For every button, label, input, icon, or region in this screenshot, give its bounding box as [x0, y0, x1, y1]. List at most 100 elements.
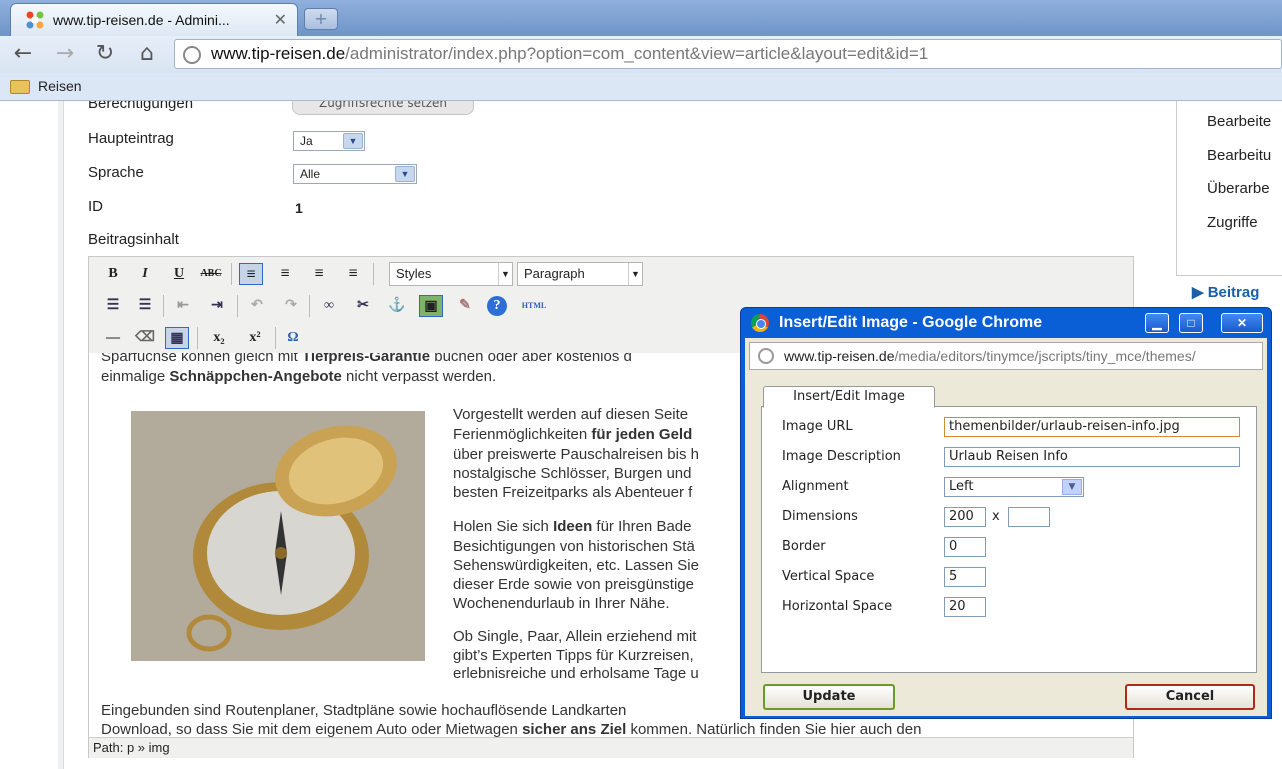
format-select[interactable]: Paragraph ▼ — [517, 262, 643, 286]
new-tab-button[interactable]: + — [304, 8, 338, 30]
indent-icon[interactable]: ⇥ — [205, 295, 229, 317]
height-input[interactable] — [1008, 507, 1050, 527]
home-icon[interactable]: ⌂ — [132, 40, 162, 70]
tab-title: www.tip-reisen.de - Admini... — [53, 12, 230, 28]
page-info-icon — [758, 348, 774, 364]
language-label: Sprache — [88, 164, 144, 181]
update-button[interactable]: Update — [763, 684, 895, 710]
content-line: Holen Sie sich Ideen für Ihren Bade — [453, 518, 692, 535]
align-center-icon[interactable]: ≡ — [273, 263, 297, 285]
numbered-list-icon[interactable]: ☰ — [133, 295, 157, 317]
bullet-list-icon[interactable]: ☰ — [101, 295, 125, 317]
strikethrough-icon[interactable]: ABC — [199, 263, 223, 285]
minimize-icon[interactable]: ▁ — [1145, 313, 1169, 333]
dialog-panel: Image URL themenbilder/urlaub-reisen-inf… — [761, 406, 1257, 673]
align-justify-icon[interactable]: ≡ — [341, 263, 365, 285]
image-url-input[interactable]: themenbilder/urlaub-reisen-info.jpg — [944, 417, 1240, 437]
address-url: www.tip-reisen.de/administrator/index.ph… — [211, 44, 929, 63]
id-value: 1 — [295, 200, 303, 216]
redo-icon[interactable]: ↷ — [279, 295, 303, 317]
back-icon[interactable]: ← — [8, 40, 38, 70]
dialog-title: Insert/Edit Image - Google Chrome — [779, 314, 1043, 331]
vertical-space-input[interactable]: 5 — [944, 567, 986, 587]
underline-icon[interactable]: U — [167, 263, 191, 285]
image-icon[interactable]: ▣ — [419, 295, 443, 317]
content-line: Eingebunden sind Routenplaner, Stadtplän… — [101, 702, 627, 719]
cleanup-icon[interactable]: ✎ — [453, 295, 477, 317]
language-select[interactable]: Alle ▼ — [293, 164, 417, 184]
content-line: Vorgestellt werden auf diesen Seite — [453, 406, 689, 423]
image-description-input[interactable]: Urlaub Reisen Info — [944, 447, 1240, 467]
navigation-bar: ← → ↻ ⌂ www.tip-reisen.de/administrator/… — [0, 36, 1282, 73]
bookmarks-bar: Reisen — [0, 73, 1282, 101]
close-icon[interactable]: ✕ — [1221, 313, 1263, 333]
maximize-icon[interactable]: □ — [1179, 313, 1203, 333]
dropdown-arrow-icon: ▼ — [498, 263, 512, 285]
outdent-icon[interactable]: ⇤ — [171, 295, 195, 317]
tab-close-icon[interactable]: ✕ — [274, 10, 287, 29]
remove-format-icon[interactable]: ⌫ — [133, 327, 157, 349]
border-input[interactable]: 0 — [944, 537, 986, 557]
bold-icon[interactable]: B — [101, 263, 125, 285]
right-item: Überarbe — [1207, 180, 1270, 197]
format-select-value: Paragraph — [524, 266, 585, 281]
beitrag-label: Beitrag — [1207, 284, 1260, 301]
width-input[interactable]: 200 — [944, 507, 986, 527]
border-label: Border — [782, 539, 826, 554]
language-value: Alle — [300, 167, 321, 181]
reload-icon[interactable]: ↻ — [90, 40, 120, 70]
anchor-icon[interactable]: ⚓ — [385, 295, 409, 317]
horizontal-rule-icon[interactable]: — — [101, 327, 125, 349]
content-line: Sparfüchse können gleich mit Tiefpreis-G… — [101, 353, 632, 365]
featured-value: Ja — [300, 134, 313, 148]
alignment-select[interactable]: Left ▼ — [944, 477, 1084, 497]
bookmark-reisen[interactable]: Reisen — [38, 78, 82, 94]
help-icon[interactable]: ? — [487, 296, 507, 316]
beitrag-section-toggle[interactable]: ▶ Beitrag — [1192, 283, 1259, 301]
dialog-titlebar[interactable]: Insert/Edit Image - Google Chrome ▁ □ ✕ — [749, 311, 1265, 335]
right-column: Bearbeite Bearbeitu Überarbe Zugriffe — [1176, 101, 1282, 276]
tab-insert-edit-image[interactable]: Insert/Edit Image — [763, 386, 935, 408]
undo-icon[interactable]: ↶ — [245, 295, 269, 317]
cancel-button[interactable]: Cancel — [1125, 684, 1255, 710]
left-border — [58, 101, 64, 769]
dropdown-arrow-icon: ▼ — [628, 263, 642, 285]
dimensions-label: Dimensions — [782, 509, 858, 524]
right-item: Zugriffe — [1207, 214, 1258, 231]
content-line: gibt’s Experten Tipps für Kurzreisen, — [453, 647, 694, 664]
content-line: Besichtigungen von historischen Stä — [453, 538, 695, 555]
horizontal-space-input[interactable]: 20 — [944, 597, 986, 617]
compass-icon — [186, 425, 397, 652]
featured-select[interactable]: Ja ▼ — [293, 131, 365, 151]
unlink-icon[interactable]: ✂ — [351, 295, 375, 317]
triangle-right-icon: ▶ — [1192, 284, 1208, 301]
page-info-icon[interactable] — [183, 46, 201, 64]
tab-strip: www.tip-reisen.de - Admini... ✕ + — [0, 0, 1282, 36]
styles-select[interactable]: Styles ▼ — [389, 262, 513, 286]
featured-label: Haupteintrag — [88, 130, 174, 147]
html-source-icon[interactable]: HTML — [517, 295, 551, 317]
right-item: Bearbeite — [1207, 113, 1272, 130]
superscript-icon[interactable]: x² — [243, 327, 267, 349]
align-left-icon[interactable]: ≡ — [239, 263, 263, 285]
address-bar[interactable]: www.tip-reisen.de/administrator/index.ph… — [174, 39, 1282, 69]
link-icon[interactable]: ∞ — [317, 295, 341, 317]
content-line: besten Freizeitparks als Abenteuer f — [453, 484, 693, 501]
subscript-icon[interactable]: x₂ — [207, 327, 231, 349]
dialog-address-bar: www.tip-reisen.de/media/editors/tinymce/… — [749, 342, 1263, 370]
content-line: Sehenswürdigkeiten, etc. Lassen Sie — [453, 557, 699, 574]
horizontal-space-label: Horizontal Space — [782, 599, 893, 614]
special-char-icon[interactable]: Ω — [281, 327, 305, 349]
browser-tab[interactable]: www.tip-reisen.de - Admini... ✕ — [10, 3, 298, 36]
italic-icon[interactable]: I — [133, 263, 157, 285]
content-line: Ob Single, Paar, Allein erziehend mit — [453, 628, 697, 645]
content-line: erlebnisreiche und erholsame Tage u — [453, 665, 699, 682]
compass-image[interactable] — [131, 411, 425, 661]
content-line: einmalige Schnäppchen-Angebote nicht ver… — [101, 368, 497, 385]
align-right-icon[interactable]: ≡ — [307, 263, 331, 285]
forward-icon[interactable]: → — [50, 40, 80, 70]
insert-image-dialog: Insert/Edit Image - Google Chrome ▁ □ ✕ … — [740, 307, 1272, 719]
styles-select-value: Styles — [396, 266, 432, 281]
visual-aid-icon[interactable]: ▦ — [165, 327, 189, 349]
permissions-button[interactable]: Zugriffsrechte setzen — [292, 101, 474, 115]
